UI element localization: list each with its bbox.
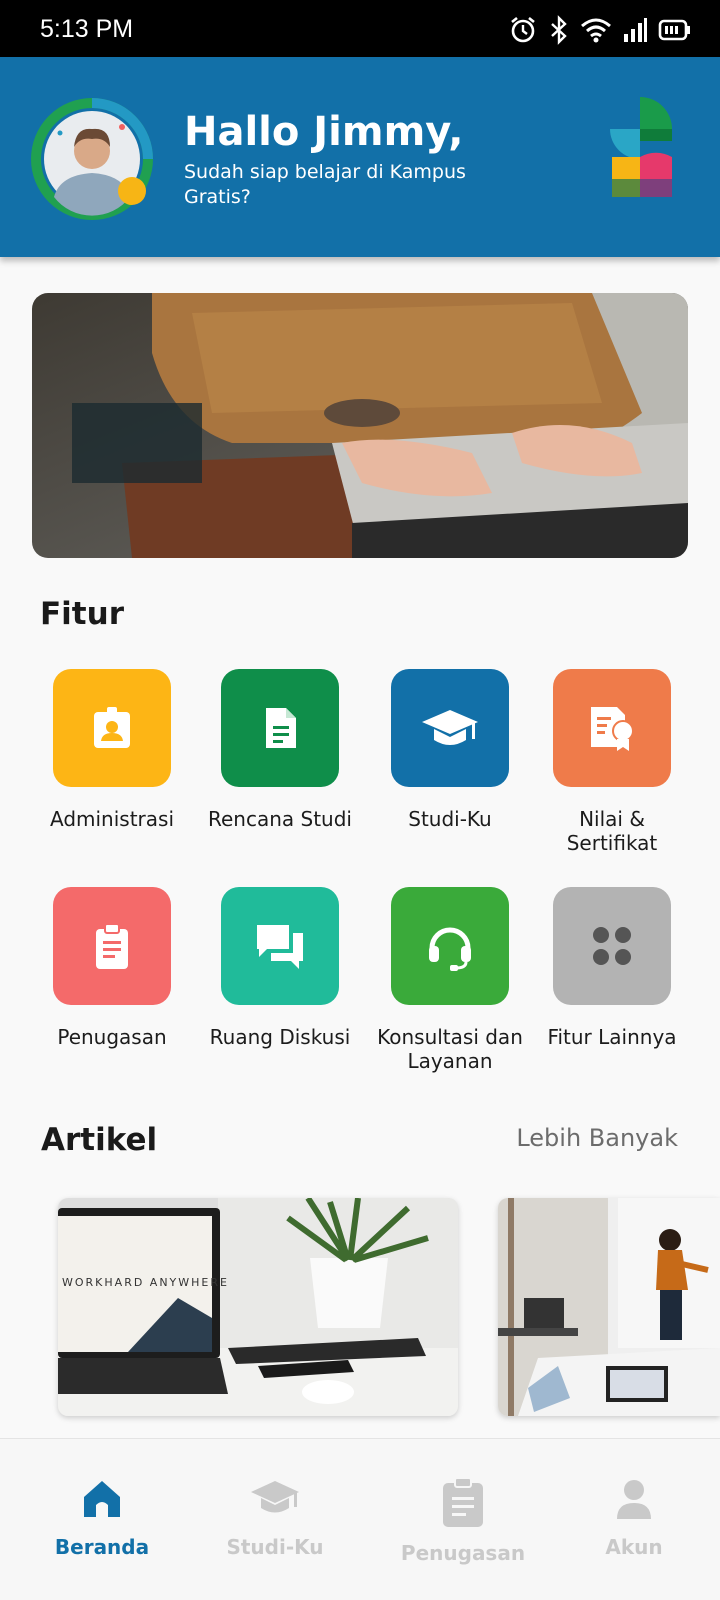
document-icon [266,708,296,748]
nav-label: Studi-Ku [226,1535,324,1559]
feature-konsultasi-layanan[interactable]: Konsultasi dan Layanan [370,887,530,1073]
status-bar: 5:13 PM [0,0,720,57]
feature-label: Konsultasi dan Layanan [377,1025,523,1073]
greeting-subtitle: Sudah siap belajar di Kampus Gratis? [184,161,466,208]
studi-ku-tile[interactable] [391,669,509,787]
article-card[interactable] [498,1198,720,1416]
feature-label: Studi-Ku [408,807,492,831]
laptop-screen-text: WORKHARD ANYWHERE [62,1276,229,1289]
features-section-title: Fitur [40,596,124,632]
feature-penugasan[interactable]: Penugasan [32,887,192,1049]
article-image [498,1198,720,1416]
alarm-icon [511,16,535,43]
status-time: 5:13 PM [40,15,134,43]
nilai-sertifikat-tile[interactable] [553,669,671,787]
status-icons [508,15,692,45]
kampus-gratis-logo [610,97,672,197]
headset-icon [429,927,471,971]
feature-label: Nilai & Sertifikat [566,807,658,855]
app-header: Hallo Jimmy, Sudah siap belajar di Kampu… [0,57,720,257]
nav-label: Akun [605,1535,663,1559]
promo-banner[interactable] [32,293,688,558]
article-card[interactable]: WORKHARD ANYWHERE [58,1198,458,1416]
greeting-title: Hallo Jimmy, [184,109,464,155]
avatar[interactable] [30,97,154,221]
ruang-diskusi-tile[interactable] [221,887,339,1005]
clipboard-icon [443,1477,483,1527]
feature-studi-ku[interactable]: Studi-Ku [370,669,530,831]
grid-icon [593,927,631,965]
nav-label: Penugasan [400,1541,526,1565]
more-articles-link[interactable]: Lebih Banyak [516,1124,678,1152]
rencana-studi-tile[interactable] [221,669,339,787]
feature-label: Rencana Studi [208,807,352,831]
feature-label: Ruang Diskusi [209,1025,351,1049]
feature-ruang-diskusi[interactable]: Ruang Diskusi [200,887,360,1049]
clipboard-icon [96,923,128,969]
id-badge-icon [94,707,130,748]
feature-label: Penugasan [57,1025,167,1049]
bluetooth-icon [551,15,567,45]
bottom-navigation: Beranda Studi-Ku Penugasan Akun [0,1438,720,1600]
feature-rencana-studi[interactable]: Rencana Studi [200,669,360,831]
administrasi-tile[interactable] [53,669,171,787]
article-image: WORKHARD ANYWHERE [58,1198,458,1416]
feature-label: Administrasi [49,807,174,831]
feature-nilai-sertifikat[interactable]: Nilai & Sertifikat [532,669,692,855]
graduation-cap-icon [422,710,478,745]
wifi-icon [581,18,611,43]
nav-beranda[interactable]: Beranda [17,1477,187,1559]
penugasan-tile[interactable] [53,887,171,1005]
user-icon [617,1480,651,1519]
home-icon [84,1481,120,1517]
feature-label: Fitur Lainnya [547,1025,677,1049]
nav-studi-ku[interactable]: Studi-Ku [190,1477,360,1559]
feature-administrasi[interactable]: Administrasi [32,669,192,831]
chat-icon [257,925,303,969]
nav-penugasan[interactable]: Penugasan [378,1477,548,1565]
graduation-cap-icon [251,1481,299,1513]
articles-section-title: Artikel [41,1122,158,1158]
feature-fitur-lainnya[interactable]: Fitur Lainnya [532,887,692,1049]
nav-label: Beranda [54,1535,150,1559]
fitur-lainnya-tile[interactable] [553,887,671,1005]
nav-akun[interactable]: Akun [549,1477,719,1559]
certificate-icon [591,707,634,751]
konsultasi-layanan-tile[interactable] [391,887,509,1005]
signal-icon [624,18,647,42]
battery-icon [658,19,690,41]
